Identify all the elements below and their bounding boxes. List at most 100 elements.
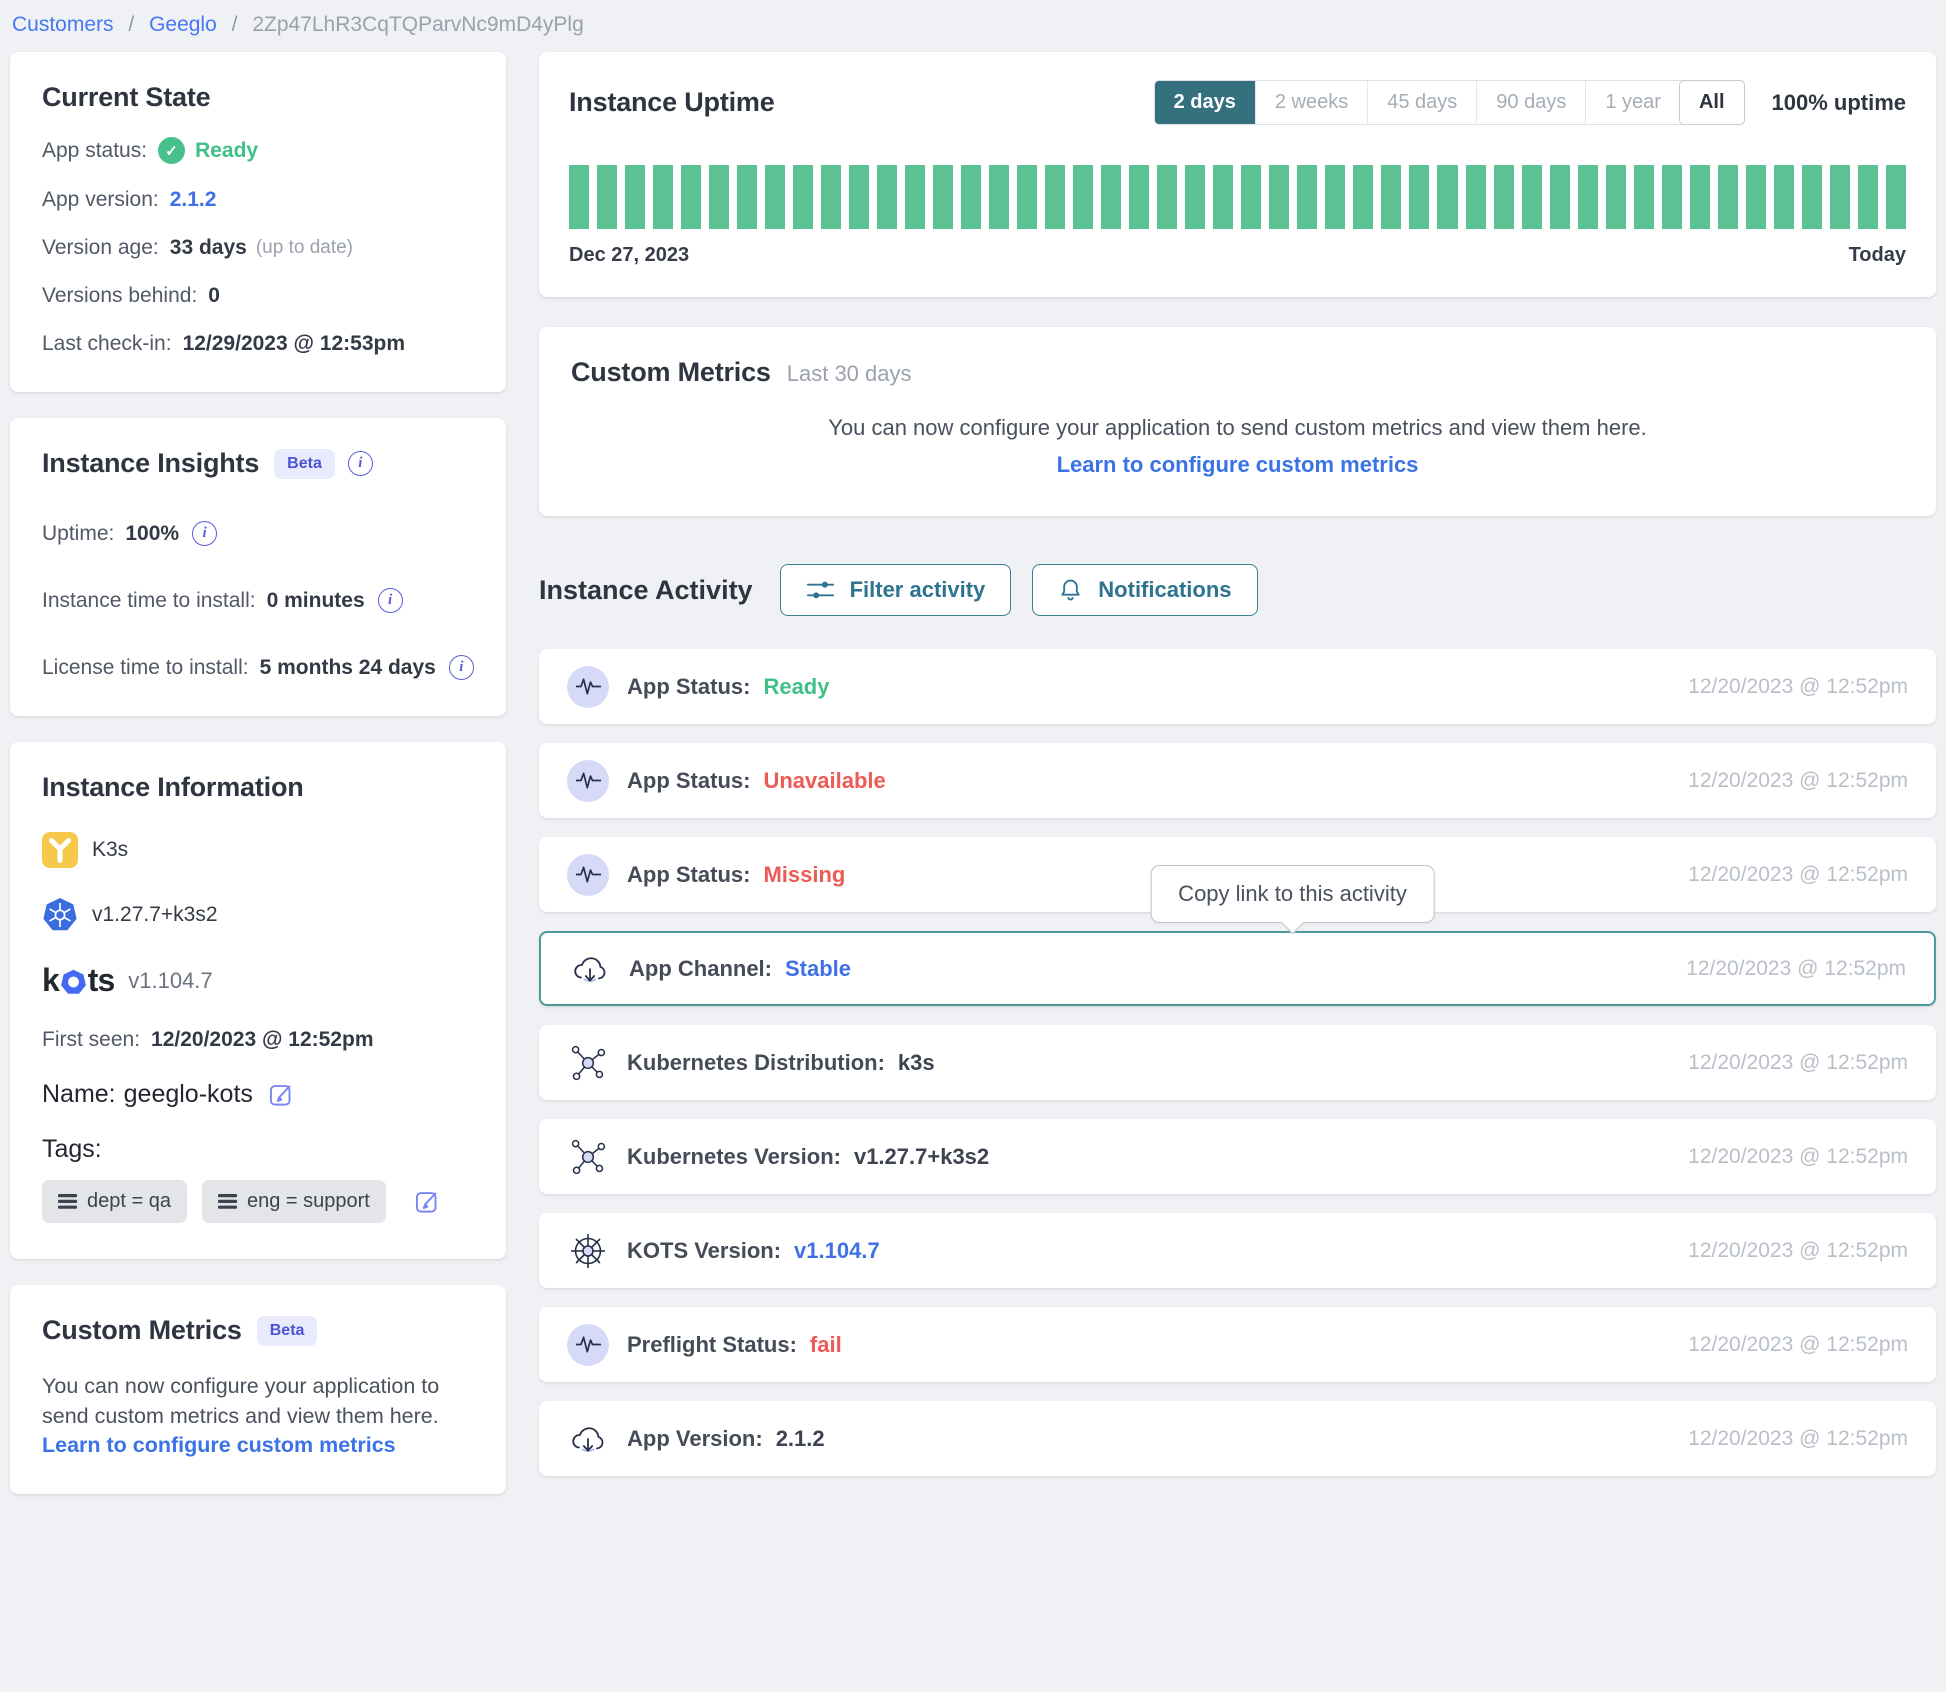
activity-list: App Status:Ready12/20/2023 @ 12:52pmApp … [539,649,1936,1476]
kots-o-icon [60,969,87,996]
configure-metrics-link[interactable]: Learn to configure custom metrics [571,452,1904,478]
app-version-link[interactable]: 2.1.2 [170,188,217,212]
version-age-value: 33 days [170,236,247,260]
custom-metrics-panel-title: Custom Metrics [571,357,771,388]
kots-logo: kts [42,962,114,999]
helm-wheel-icon [567,1230,609,1272]
edit-name-icon[interactable] [267,1081,294,1108]
instance-information-title: Instance Information [42,772,474,803]
uptime-bar [1886,165,1906,229]
tooltip-caret [1281,912,1304,935]
activity-label: Kubernetes Version: [627,1144,841,1170]
configure-metrics-link[interactable]: Learn to configure custom metrics [42,1433,396,1458]
custom-metrics-subtitle: Last 30 days [787,361,912,387]
kubernetes-network-icon [567,1136,609,1178]
tag-lines-icon [218,1194,237,1209]
activity-value: Ready [763,674,829,700]
breadcrumb: Customers / Geeglo / 2Zp47LhR3CqTQParvNc… [0,0,1946,52]
uptime-range-tab[interactable]: 1 year [1585,81,1680,124]
uptime-range-tab[interactable]: 2 days [1155,81,1255,124]
first-seen-label: First seen: [42,1028,140,1052]
activity-timestamp: 12/20/2023 @ 12:52pm [1688,1145,1908,1169]
uptime-bar [681,165,701,229]
uptime-bar [1634,165,1654,229]
uptime-bar [849,165,869,229]
uptime-bar [1157,165,1177,229]
info-icon[interactable]: i [348,451,373,476]
uptime-bar [1353,165,1373,229]
custom-metrics-panel: Custom Metrics Last 30 days You can now … [539,327,1936,516]
uptime-range-tabs: 2 days2 weeks45 days90 days1 yearAll [1154,80,1745,125]
activity-value: k3s [898,1050,935,1076]
activity-row[interactable]: App Version:2.1.212/20/2023 @ 12:52pm [539,1401,1936,1476]
uptime-bar [961,165,981,229]
cloud-download-icon [569,948,611,990]
uptime-bar [1578,165,1598,229]
uptime-bar [1017,165,1037,229]
activity-timestamp: 12/20/2023 @ 12:52pm [1688,769,1908,793]
activity-label: KOTS Version: [627,1238,781,1264]
version-age-label: Version age: [42,236,159,260]
activity-value: fail [810,1332,842,1358]
activity-row[interactable]: KOTS Version:v1.104.712/20/2023 @ 12:52p… [539,1213,1936,1288]
notifications-button[interactable]: Notifications [1032,564,1257,616]
uptime-bar [933,165,953,229]
custom-metrics-left-body: You can now configure your application t… [42,1372,482,1431]
bell-icon [1058,577,1083,603]
name-label: Name: [42,1080,116,1109]
activity-row[interactable]: Kubernetes Version: v1.27.7+k3s2 12/20/202… [539,1119,1936,1194]
sliders-icon [806,579,835,601]
activity-label: Preflight Status: [627,1332,797,1358]
uptime-bar [1606,165,1626,229]
app-status-value: Ready [195,139,258,163]
uptime-range-tab[interactable]: 2 weeks [1255,81,1367,124]
activity-timestamp: 12/20/2023 @ 12:52pm [1688,1427,1908,1451]
activity-label: Kubernetes Distribution: [627,1050,885,1076]
uptime-bar [1325,165,1345,229]
filter-activity-button[interactable]: Filter activity [780,564,1012,616]
uptime-bar [1746,165,1766,229]
breadcrumb-instance-id: 2Zp47LhR3CqTQParvNc9mD4yPlg [252,13,583,36]
activity-label: App Status: [627,674,750,700]
uptime-bar [1830,165,1850,229]
info-icon[interactable]: i [192,521,217,546]
instance-tti-value: 0 minutes [267,589,365,613]
activity-row[interactable]: App Status:Unavailable12/20/2023 @ 12:52… [539,743,1936,818]
info-icon[interactable]: i [378,588,403,613]
edit-tags-icon[interactable] [413,1188,440,1215]
activity-label: App Channel: [629,956,772,982]
activity-row[interactable]: Preflight Status:fail12/20/2023 @ 12:52p… [539,1307,1936,1382]
instance-uptime-card: Instance Uptime 2 days2 weeks45 days90 d… [539,52,1936,297]
breadcrumb-separator: / [128,13,134,36]
activity-value: 2.1.2 [776,1426,825,1452]
uptime-bar [1045,165,1065,229]
tag-pill: eng = support [202,1180,386,1223]
activity-label: App Status: [627,862,750,888]
uptime-bar [1550,165,1570,229]
info-icon[interactable]: i [449,655,474,680]
uptime-range-tab[interactable]: All [1679,80,1745,125]
uptime-range-tab[interactable]: 45 days [1367,81,1476,124]
uptime-bar [1185,165,1205,229]
pulse-icon [567,760,609,802]
uptime-start-label: Dec 27, 2023 [569,244,689,267]
activity-row[interactable]: App Channel:Stable12/20/2023 @ 12:52pmCo… [539,931,1936,1006]
activity-row[interactable]: Kubernetes Distribution:k3s12/20/2023 @ … [539,1025,1936,1100]
uptime-range-tab[interactable]: 90 days [1476,81,1585,124]
uptime-bar [1437,165,1457,229]
activity-value: Stable [785,956,851,982]
uptime-bar [737,165,757,229]
activity-value: v1.27.7+k3s2 [854,1144,989,1170]
tags-label: Tags: [42,1135,102,1164]
uptime-bar [1802,165,1822,229]
uptime-end-label: Today [1849,244,1906,267]
uptime-bar [1381,165,1401,229]
instance-uptime-title: Instance Uptime [569,87,775,118]
activity-row[interactable]: App Status: Ready 12/20/2023 @ 12:52pm [539,649,1936,724]
activity-value: v1.104.7 [794,1238,880,1264]
activity-timestamp: 12/20/2023 @ 12:52pm [1688,675,1908,699]
copy-link-tooltip: Copy link to this activity [1150,865,1435,923]
breadcrumb-customer-link[interactable]: Geeglo [149,13,217,36]
breadcrumb-customers-link[interactable]: Customers [12,13,114,36]
uptime-bar [1466,165,1486,229]
